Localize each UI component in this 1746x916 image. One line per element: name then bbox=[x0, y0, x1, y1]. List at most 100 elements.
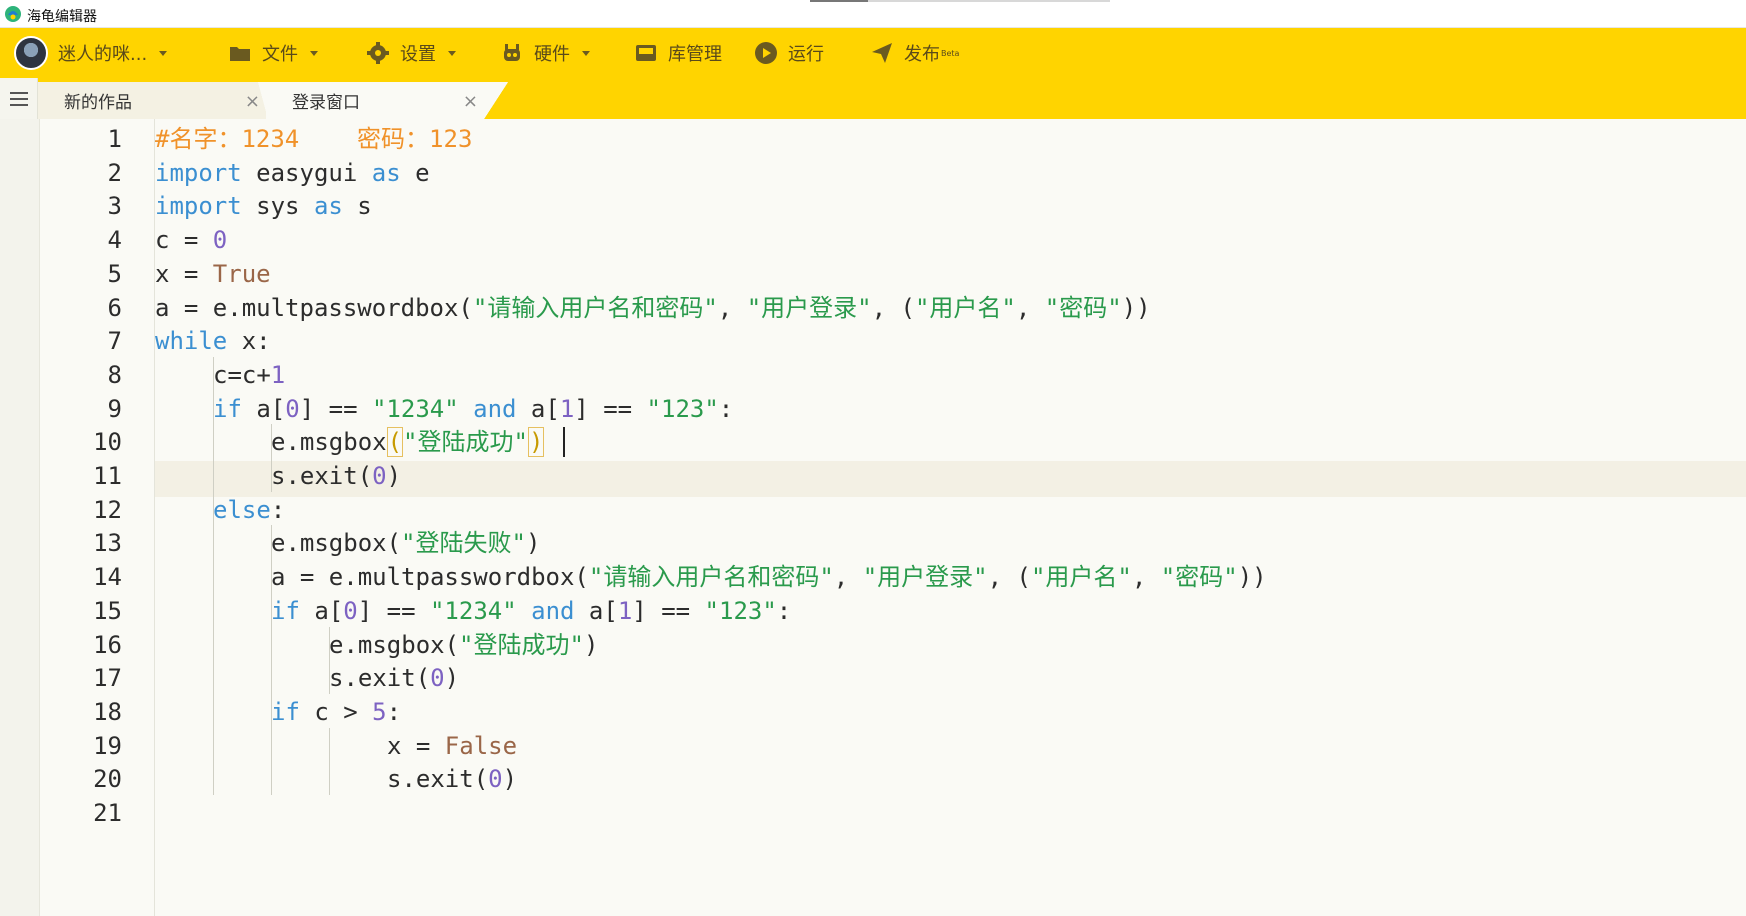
code-token: , bbox=[717, 293, 747, 322]
code-token: x = bbox=[155, 259, 213, 288]
code-token: import bbox=[155, 158, 242, 187]
paper-plane-icon bbox=[872, 43, 892, 63]
code-token: : bbox=[718, 394, 734, 423]
code-token: ) bbox=[525, 529, 541, 558]
tab-label: 登录窗口 bbox=[292, 93, 360, 113]
code-editor[interactable]: 1 2 3 4 5 6 7 8 9 10 11 12 13 14 15 16 17 18 19 20 21 #名字：12… bbox=[0, 119, 1746, 916]
code-line[interactable]: s.exit(0) bbox=[329, 660, 459, 697]
avatar bbox=[14, 36, 48, 70]
code-line[interactable]: c=c+1 bbox=[213, 357, 285, 394]
code-token: "请输入用户名和密码" bbox=[588, 563, 834, 592]
chevron-down-icon bbox=[448, 50, 456, 56]
code-line[interactable]: s.exit(0) bbox=[271, 458, 401, 495]
code-token: True bbox=[212, 259, 271, 288]
code-line[interactable]: while x: bbox=[155, 323, 271, 360]
sidebar-toggle-button[interactable] bbox=[0, 78, 38, 119]
indent-guide bbox=[329, 727, 330, 795]
code-token: "123" bbox=[646, 394, 719, 423]
publish-button[interactable]: 发布 Beta bbox=[870, 28, 959, 78]
code-line[interactable]: import sys as s bbox=[155, 188, 372, 225]
code-line[interactable]: e.msgbox("登陆失败") bbox=[271, 525, 540, 562]
code-token: ] == bbox=[632, 596, 705, 625]
code-token: )) bbox=[1121, 293, 1151, 322]
title-drag-indicator bbox=[810, 0, 1110, 2]
code-token: )) bbox=[1237, 563, 1267, 592]
main-toolbar: 迷人的咪... 文件 设置 硬件 库管理 运行 发布 Beta bbox=[0, 28, 1746, 78]
line-number: 2 bbox=[107, 158, 122, 187]
tab-login-window[interactable]: 登录窗口 × bbox=[266, 82, 484, 119]
code-line[interactable]: if a[0] == "1234" and a[1] == "123": bbox=[271, 593, 791, 630]
code-token: ] == bbox=[299, 394, 372, 423]
code-token: ] == bbox=[357, 596, 430, 625]
code-area[interactable]: #名字：1234 密码：123 import easygui as e import… bbox=[155, 119, 1735, 916]
code-line[interactable]: #名字：1234 密码：123 bbox=[155, 121, 472, 158]
line-number: 1 bbox=[107, 125, 122, 153]
user-menu[interactable]: 迷人的咪... bbox=[14, 28, 168, 78]
code-token: "登陆成功" bbox=[459, 630, 584, 659]
code-line[interactable]: if c > 5: bbox=[271, 694, 401, 731]
code-line[interactable]: import easygui as e bbox=[155, 155, 430, 192]
title-bar: 海龟编辑器 bbox=[0, 0, 1746, 28]
code-line[interactable]: a = e.multpasswordbox("请输入用户名和密码", "用户登录… bbox=[271, 559, 1267, 596]
code-token: 0 bbox=[343, 596, 358, 625]
code-line[interactable]: e.msgbox("登陆成功") bbox=[329, 627, 598, 664]
code-token: "请输入用户名和密码" bbox=[472, 293, 718, 322]
line-number: 5 bbox=[107, 259, 122, 288]
code-token: ] == bbox=[574, 394, 647, 423]
code-token: if bbox=[213, 394, 242, 423]
code-token: "登陆失败" bbox=[401, 529, 526, 558]
code-token: , bbox=[1131, 563, 1161, 592]
library-manager-button[interactable]: 库管理 bbox=[634, 28, 722, 78]
code-token: a = e.multpasswordbox( bbox=[271, 563, 589, 592]
code-token: as bbox=[313, 192, 343, 221]
code-line[interactable]: if a[0] == "1234" and a[1] == "123": bbox=[213, 391, 733, 428]
code-token: import bbox=[155, 192, 242, 221]
code-token: "用户登录" bbox=[746, 293, 872, 322]
folder-icon bbox=[230, 47, 250, 61]
chevron-down-icon bbox=[582, 50, 590, 56]
code-token: if bbox=[271, 697, 300, 726]
hardware-menu-label: 硬件 bbox=[534, 44, 570, 65]
code-token: a[ bbox=[241, 394, 286, 423]
run-button[interactable]: 运行 bbox=[754, 28, 824, 78]
tab-new-work[interactable]: 新的作品 × bbox=[38, 82, 266, 119]
tab-label: 新的作品 bbox=[64, 93, 132, 113]
code-token: "用户名" bbox=[914, 293, 1016, 322]
code-line[interactable]: x = False bbox=[387, 728, 517, 765]
line-number: 17 bbox=[93, 664, 122, 693]
code-token: "用户登录" bbox=[862, 563, 988, 592]
tab-shape bbox=[484, 82, 508, 119]
line-number: 8 bbox=[107, 360, 122, 389]
code-line[interactable]: else: bbox=[213, 492, 285, 529]
code-token: e.msgbox( bbox=[271, 529, 402, 558]
code-token: 0 bbox=[430, 664, 445, 693]
code-line[interactable]: c = 0 bbox=[155, 222, 227, 259]
code-line[interactable]: s.exit(0) bbox=[387, 761, 517, 798]
code-token: x: bbox=[227, 327, 271, 356]
chevron-down-icon bbox=[310, 50, 318, 56]
code-token: "密码" bbox=[1160, 563, 1238, 592]
code-token: , bbox=[1015, 293, 1045, 322]
code-token: 0 bbox=[285, 394, 300, 423]
code-token: s bbox=[342, 192, 372, 221]
hamburger-icon bbox=[9, 97, 28, 100]
hardware-menu[interactable]: 硬件 bbox=[500, 28, 590, 78]
close-icon[interactable]: × bbox=[463, 91, 478, 112]
code-token: c > bbox=[299, 697, 373, 726]
text-cursor bbox=[563, 427, 565, 458]
code-line[interactable]: a = e.multpasswordbox("请输入用户名和密码", "用户登录… bbox=[155, 290, 1151, 327]
code-token: s.exit( bbox=[329, 664, 431, 693]
code-line[interactable]: e.msgbox("登陆成功") bbox=[271, 424, 545, 461]
settings-menu-label: 设置 bbox=[400, 44, 436, 65]
file-menu[interactable]: 文件 bbox=[228, 28, 318, 78]
code-token: a = e.multpasswordbox( bbox=[155, 293, 473, 322]
code-token: a[ bbox=[516, 394, 560, 423]
robot-icon bbox=[504, 44, 520, 61]
code-token: if bbox=[271, 596, 300, 625]
side-strip bbox=[0, 119, 40, 916]
code-line[interactable]: x = True bbox=[155, 256, 271, 293]
line-number: 19 bbox=[93, 731, 122, 760]
code-token: and bbox=[473, 394, 517, 423]
settings-menu[interactable]: 设置 bbox=[366, 28, 456, 78]
code-token: , ( bbox=[871, 293, 915, 322]
